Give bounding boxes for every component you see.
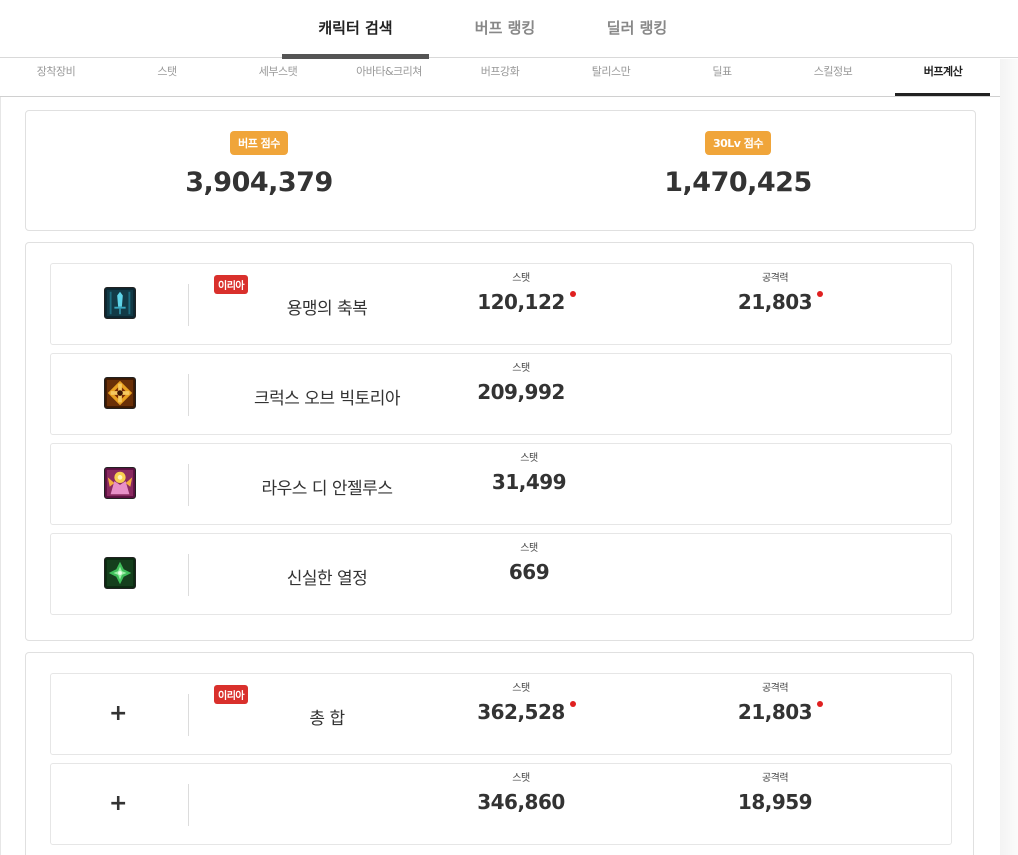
lv30-score-value: 1,470,425 — [664, 167, 812, 198]
skill-row: 라우스 디 안젤루스 스탯 31,499 — [50, 443, 952, 525]
red-dot-indicator — [569, 701, 576, 707]
attack-cell: 공격력 21,803 — [695, 269, 855, 314]
stat-value: 346,860 — [477, 790, 565, 814]
skill-row: 신실한 열정 스탯 669 — [50, 533, 952, 615]
tab-dealer-ranking[interactable]: 딜러 랭킹 — [572, 17, 702, 38]
skill-name: 용맹의 축복 — [286, 299, 368, 319]
stat-cell: 스탯 362,528 — [441, 679, 601, 724]
buff-score-value: 3,904,379 — [185, 167, 333, 198]
skill-row: 크럭스 오브 빅토리아 스탯 209,992 — [50, 353, 952, 435]
total-row: + 스탯 346,860 공격력 18,959 — [50, 763, 952, 845]
attack-label: 공격력 — [761, 273, 789, 284]
subtab-skill-info[interactable]: 스킬정보 — [783, 63, 883, 79]
attack-value: 21,803 — [737, 290, 813, 314]
stat-label: 스탯 — [520, 453, 538, 464]
subtab-talisman[interactable]: 탈리스만 — [561, 63, 661, 79]
content-left-border — [0, 97, 1, 855]
subtab-equipment[interactable]: 장착장비 — [6, 63, 106, 79]
buff-score-label: 버프 점수 — [230, 131, 288, 155]
angel-skill-icon — [104, 467, 136, 499]
scroll-gutter — [1000, 59, 1018, 855]
stat-value: 669 — [508, 560, 550, 584]
row-divider — [188, 284, 189, 326]
row-divider — [188, 554, 189, 596]
buff-score: 버프 점수 3,904,379 — [109, 131, 409, 198]
attack-label: 공격력 — [761, 773, 789, 784]
skill-name: 라우스 디 안젤루스 — [261, 479, 393, 499]
row-divider — [188, 694, 189, 736]
attack-label: 공격력 — [761, 683, 789, 694]
row-divider — [188, 374, 189, 416]
stat-label: 스탯 — [520, 543, 538, 554]
subtab-detail-stats[interactable]: 세부스탯 — [228, 63, 328, 79]
cross-skill-icon — [104, 377, 136, 409]
row-divider — [188, 464, 189, 506]
subtab-damage-table[interactable]: 딜표 — [672, 63, 772, 79]
stat-cell: 스탯 120,122 — [441, 269, 601, 314]
total-label: 총 합 — [309, 709, 345, 729]
red-dot-indicator — [817, 701, 824, 707]
attack-cell: 공격력 18,959 — [695, 769, 855, 814]
score-summary-card: 버프 점수 3,904,379 30Lv 점수 1,470,425 — [25, 110, 976, 231]
lv30-score-label: 30Lv 점수 — [704, 131, 772, 155]
stat-value: 31,499 — [491, 470, 567, 494]
tab-character-search[interactable]: 캐릭터 검색 — [282, 17, 429, 38]
tab-buff-ranking[interactable]: 버프 랭킹 — [440, 17, 570, 38]
stat-cell: 스탯 31,499 — [449, 449, 609, 494]
subtab-buff-calc[interactable]: 버프계산 — [893, 63, 993, 79]
stat-cell: 스탯 669 — [449, 539, 609, 584]
active-subtab-indicator — [895, 93, 990, 96]
red-dot-indicator — [817, 291, 824, 297]
sub-tab-bar: 장착장비 스탯 세부스탯 아바타&크리쳐 버프강화 탈리스만 딜표 스킬정보 버… — [0, 59, 1000, 97]
zeal-skill-icon — [104, 557, 136, 589]
stat-value: 362,528 — [477, 700, 565, 724]
stat-label: 스탯 — [512, 273, 530, 284]
stat-label: 스탯 — [512, 773, 530, 784]
attack-value: 21,803 — [737, 700, 813, 724]
skill-name: 크럭스 오브 빅토리아 — [253, 389, 401, 409]
stat-cell: 스탯 209,992 — [441, 359, 601, 404]
subtab-buff-enhance[interactable]: 버프강화 — [450, 63, 550, 79]
lv30-score: 30Lv 점수 1,470,425 — [588, 131, 888, 198]
skill-name: 신실한 열정 — [286, 569, 368, 589]
iria-badge: 이리아 — [214, 275, 249, 294]
subtab-stats[interactable]: 스탯 — [117, 63, 217, 79]
attack-cell: 공격력 21,803 — [695, 679, 855, 724]
attack-value: 18,959 — [737, 790, 813, 814]
stat-cell: 스탯 346,860 — [441, 769, 601, 814]
iria-badge: 이리아 — [214, 685, 249, 704]
stat-value: 209,992 — [477, 380, 565, 404]
red-dot-indicator — [569, 291, 576, 297]
total-row: + 이리아 총 합 스탯 362,528 공격력 21,803 — [50, 673, 952, 755]
skill-row: 이리아 용맹의 축복 스탯 120,122 공격력 21,803 — [50, 263, 952, 345]
top-tab-bar: 캐릭터 검색 버프 랭킹 딜러 랭킹 — [0, 0, 1018, 59]
total-section: + 이리아 총 합 스탯 362,528 공격력 21,803 + 스탯 346… — [25, 652, 974, 855]
skill-breakdown-section: 이리아 용맹의 축복 스탯 120,122 공격력 21,803 크럭스 오브 … — [25, 242, 974, 641]
stat-value: 120,122 — [477, 290, 565, 314]
stat-label: 스탯 — [512, 363, 530, 374]
plus-icon: + — [109, 791, 128, 816]
plus-icon: + — [109, 701, 128, 726]
row-divider — [188, 784, 189, 826]
stat-label: 스탯 — [512, 683, 530, 694]
sword-skill-icon — [104, 287, 136, 319]
subtab-avatar-creature[interactable]: 아바타&크리쳐 — [339, 63, 439, 79]
